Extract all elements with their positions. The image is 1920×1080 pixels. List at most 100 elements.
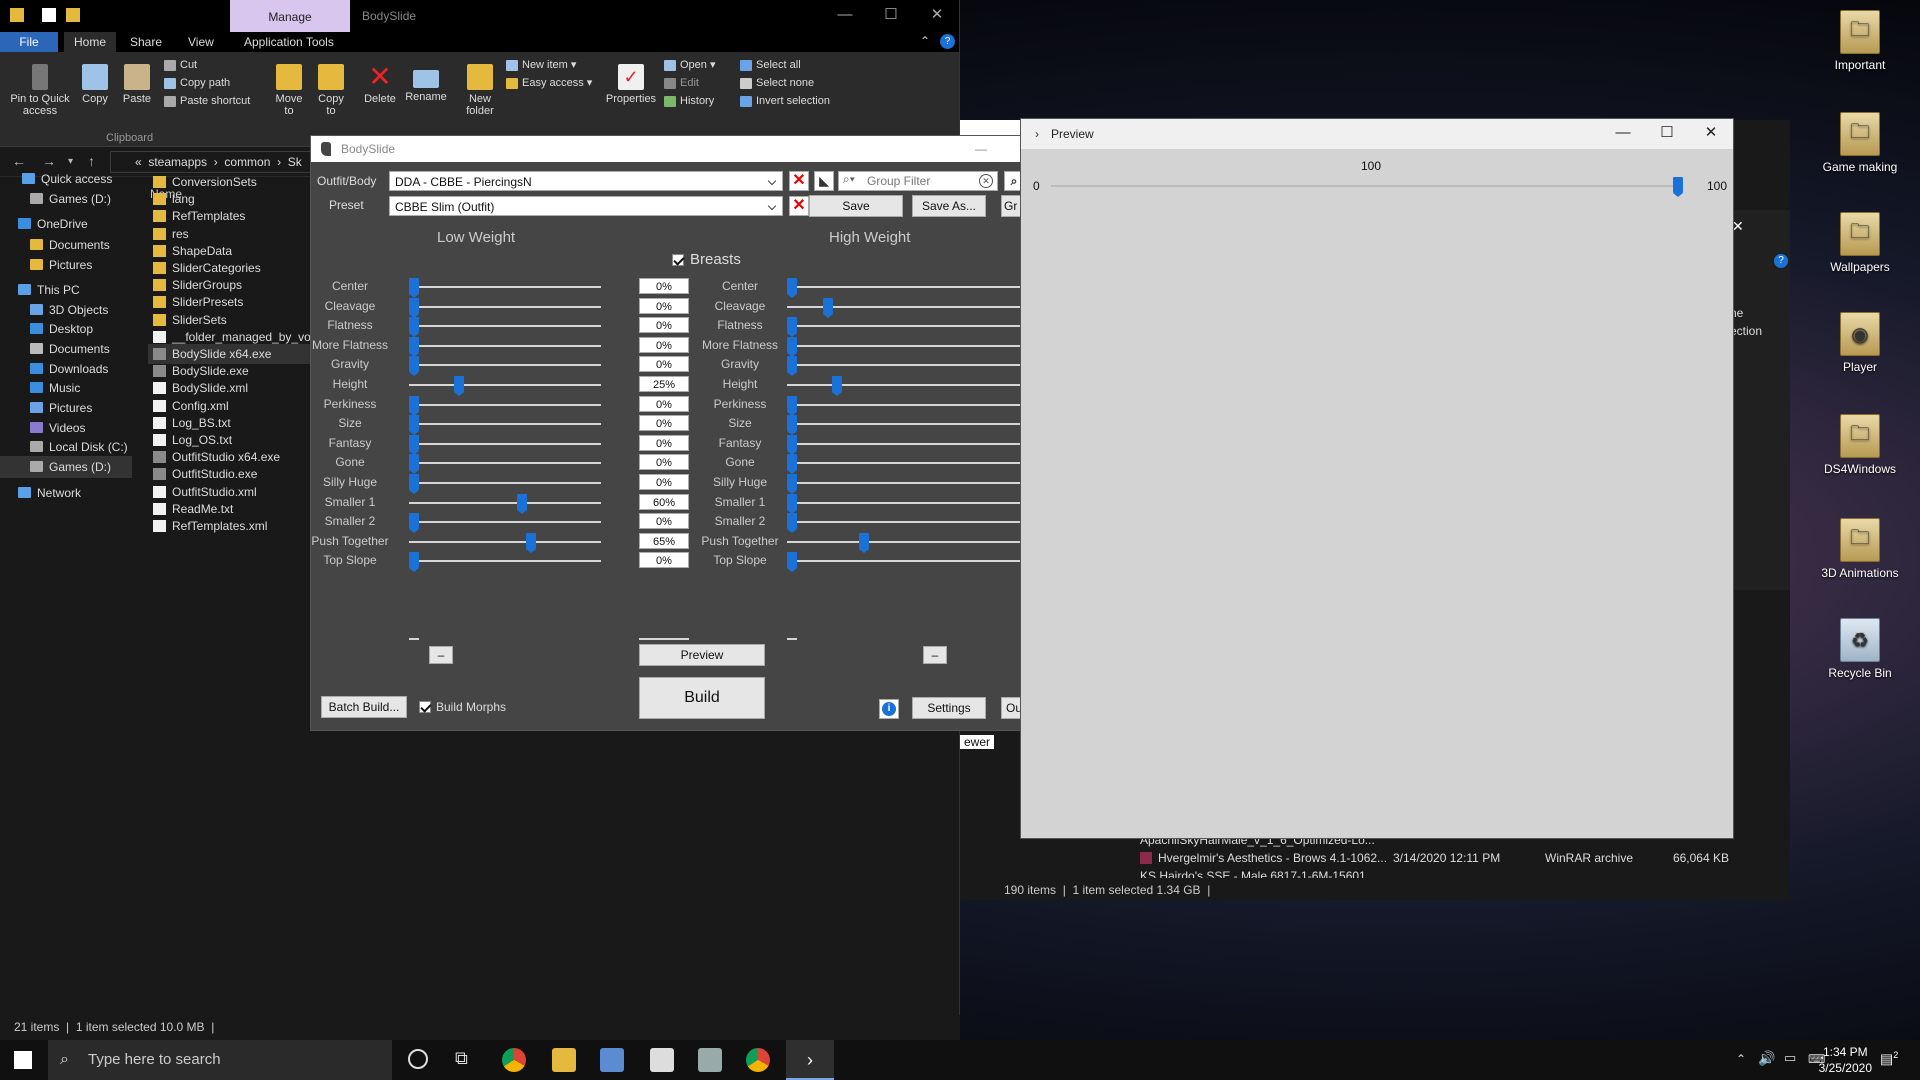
preview-viewport[interactable]: [1021, 199, 1733, 838]
minimize-button[interactable]: —: [975, 136, 987, 162]
chrome-profile-icon[interactable]: [746, 1048, 770, 1072]
tab-view[interactable]: View: [178, 32, 224, 52]
slider-track-high-flatness[interactable]: [787, 325, 1023, 328]
outfit-body-select[interactable]: DDA - CBBE - PiercingsN: [389, 171, 783, 191]
slider-track-low-gravity[interactable]: [409, 364, 601, 367]
nav-item-documents[interactable]: Documents: [0, 338, 132, 360]
slider-thumb-high-fantasy[interactable]: [787, 434, 797, 455]
slider-thumb-low-perkiness[interactable]: [409, 395, 419, 416]
slider-track-high-height[interactable]: [787, 384, 1023, 386]
history-button[interactable]: History: [662, 93, 714, 109]
slider-thumb-low-size[interactable]: [409, 415, 419, 436]
slider-track-high-size[interactable]: [787, 423, 1023, 426]
desktop-icon-ds4windows[interactable]: 🗀 DS4Windows: [1818, 414, 1902, 476]
slider-thumb-high-center[interactable]: [787, 278, 797, 298]
easy-access-button[interactable]: Easy access ▾: [504, 75, 592, 91]
minimize-button[interactable]: —: [1601, 119, 1645, 149]
slider-thumb-high-top-slope[interactable]: [787, 552, 797, 573]
slider-thumb-low-height[interactable]: [454, 376, 464, 396]
slider-track-low-center[interactable]: [409, 286, 601, 288]
slider-track-low-fantasy[interactable]: [409, 442, 601, 445]
preview-button[interactable]: Preview: [639, 644, 765, 666]
preset-select[interactable]: CBBE Slim (Outfit): [389, 196, 783, 216]
slider-value-silly-huge[interactable]: 0%: [639, 474, 689, 490]
slider-thumb-high-smaller-2[interactable]: [787, 513, 797, 534]
slider-track-low-smaller-2[interactable]: [409, 521, 601, 524]
slider-thumb-low-top-slope[interactable]: [409, 552, 419, 573]
remote-desktop-icon[interactable]: [600, 1048, 624, 1072]
desktop-icon-wallpapers[interactable]: 🗀 Wallpapers: [1818, 212, 1902, 274]
slider-thumb-high-cleavage[interactable]: [823, 297, 833, 318]
low-weight-collapse-button[interactable]: –: [429, 646, 453, 664]
slider-track-high-smaller-1[interactable]: [787, 501, 1023, 504]
properties-button[interactable]: ✓ Properties: [604, 64, 658, 105]
slider-track-high-gone[interactable]: [787, 462, 1023, 465]
slider-track-low-gone[interactable]: [409, 462, 601, 465]
rename-button[interactable]: Rename: [404, 64, 448, 103]
store-icon[interactable]: [650, 1048, 674, 1072]
slider-value-cleavage[interactable]: 0%: [639, 297, 689, 314]
invert-selection-button[interactable]: Invert selection: [738, 93, 830, 109]
slider-track-low-push-together[interactable]: [409, 540, 601, 543]
copy-path-button[interactable]: Copy path: [162, 75, 230, 91]
up-arrow-icon[interactable]: ↑: [88, 153, 95, 169]
slider-value-more-flatness[interactable]: 0%: [639, 336, 689, 353]
checkmark-icon[interactable]: [42, 8, 56, 22]
slider-track-low-top-slope[interactable]: [409, 560, 601, 563]
slider-value-size[interactable]: 0%: [639, 415, 689, 432]
nav-item-pictures[interactable]: Pictures: [0, 254, 132, 276]
clock[interactable]: 1:34 PM 3/25/2020: [1819, 1044, 1872, 1076]
preview-weight-slider-track[interactable]: [1051, 185, 1683, 187]
tab-file[interactable]: File: [0, 32, 58, 52]
select-none-button[interactable]: Select none: [738, 75, 814, 91]
slider-thumb-high-push-together[interactable]: [859, 532, 869, 553]
notification-icon[interactable]: ▤2: [1880, 1050, 1898, 1068]
nav-item-onedrive[interactable]: OneDrive: [0, 213, 132, 235]
slider-thumb-low-cleavage[interactable]: [409, 297, 419, 318]
group-filter-input[interactable]: Group Filter: [838, 171, 998, 191]
slider-track-low-more-flatness[interactable]: [409, 344, 601, 347]
slider-thumb-high-height[interactable]: [832, 376, 842, 396]
slider-thumb-low-smaller-2[interactable]: [409, 513, 419, 534]
slider-track-high-silly-huge[interactable]: [787, 482, 1023, 484]
clear-outfit-button[interactable]: ✕: [789, 171, 809, 191]
slider-thumb-low-center[interactable]: [409, 278, 419, 298]
slider-value-perkiness[interactable]: 0%: [639, 395, 689, 412]
new-item-button[interactable]: New item ▾: [504, 57, 576, 73]
network-icon[interactable]: ▭: [1784, 1050, 1796, 1066]
move-to-button[interactable]: Move to: [274, 64, 304, 117]
chrome-icon[interactable]: [502, 1048, 526, 1072]
folder-icon[interactable]: [66, 8, 80, 22]
slider-thumb-low-smaller-1[interactable]: [517, 493, 527, 514]
desktop-icon-recycle-bin[interactable]: ♻ Recycle Bin: [1818, 618, 1902, 680]
paste-shortcut-button[interactable]: Paste shortcut: [162, 93, 250, 109]
tab-share[interactable]: Share: [120, 32, 172, 52]
info-button[interactable]: i: [879, 699, 899, 719]
slider-track-low-silly-huge[interactable]: [409, 482, 601, 484]
slider-thumb-low-flatness[interactable]: [409, 317, 419, 338]
slider-thumb-high-smaller-1[interactable]: [787, 493, 797, 514]
nav-item-this-pc[interactable]: This PC: [0, 279, 132, 301]
group-filter-button[interactable]: ◣: [814, 171, 834, 191]
slider-track-high-top-slope[interactable]: [787, 560, 1023, 563]
list-item[interactable]: Hvergelmir's Aesthetics - Brows 4.1-1062…: [1140, 850, 1387, 867]
build-morphs-checkbox[interactable]: [419, 701, 431, 713]
save-button[interactable]: Save: [809, 195, 903, 217]
slider-track-low-smaller-1[interactable]: [409, 501, 601, 504]
slider-value-gravity[interactable]: 0%: [639, 356, 689, 373]
slider-thumb-low-more-flatness[interactable]: [409, 336, 419, 357]
slider-thumb-low-fantasy[interactable]: [409, 434, 419, 455]
slider-thumb-low-silly-huge[interactable]: [409, 474, 419, 494]
slider-thumb-low-gravity[interactable]: [409, 356, 419, 377]
open-button[interactable]: Open ▾: [662, 57, 716, 73]
slider-value-flatness[interactable]: 0%: [639, 317, 689, 334]
chevron-up-icon[interactable]: ⌃: [920, 34, 930, 48]
slider-value-fantasy[interactable]: 0%: [639, 434, 689, 451]
slider-track-high-gravity[interactable]: [787, 364, 1023, 367]
slider-thumb-high-silly-huge[interactable]: [787, 474, 797, 494]
paste-button[interactable]: Paste: [118, 64, 156, 105]
slider-thumb-low-push-together[interactable]: [526, 532, 536, 553]
nav-item-quick-access[interactable]: Quick access: [0, 168, 132, 190]
nav-item-local-disk-c-[interactable]: Local Disk (C:): [0, 436, 132, 458]
taskbar-search-box[interactable]: Type here to search: [48, 1040, 392, 1080]
